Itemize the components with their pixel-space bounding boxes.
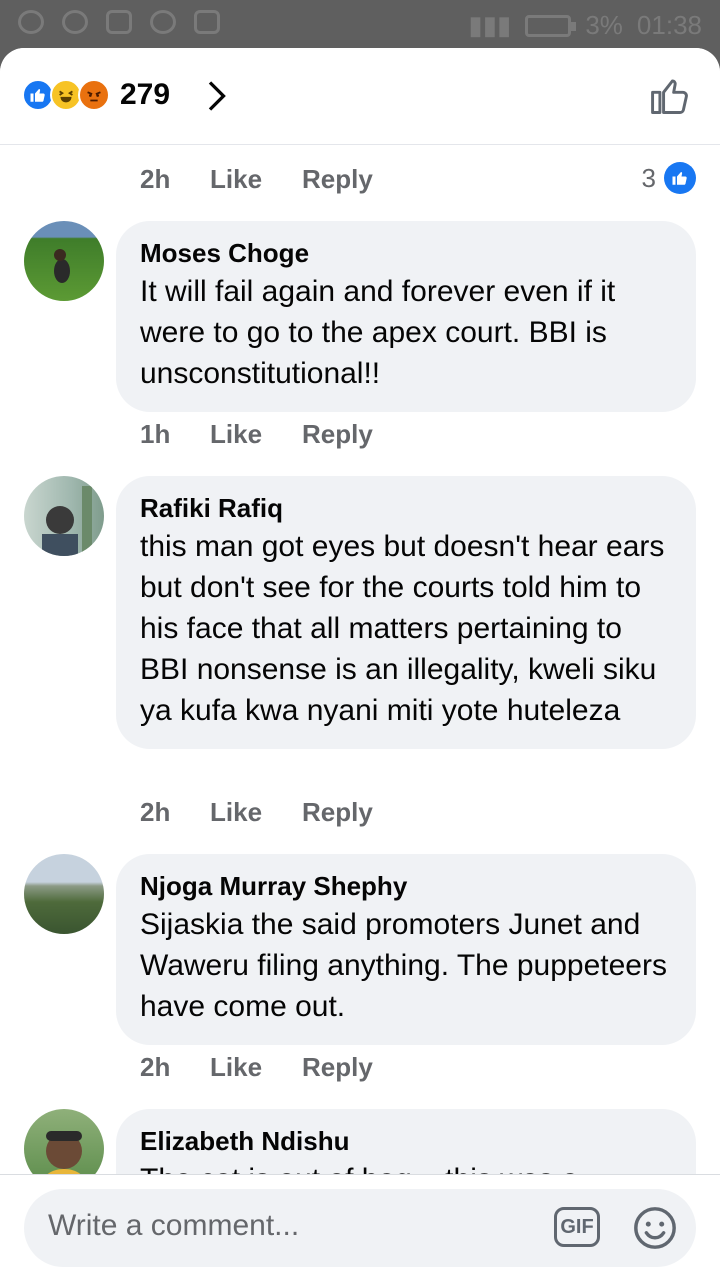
reactions-summary[interactable]: 279 — [22, 78, 170, 112]
comment-time: 1h — [140, 419, 171, 449]
comment-author[interactable]: Moses Choge — [140, 237, 672, 269]
like-link[interactable]: Like — [210, 164, 302, 195]
comment-composer: Write a comment... GIF — [0, 1174, 720, 1280]
comment-actions: 2h Like Reply — [140, 1052, 373, 1083]
comment-actions: 2h Like Reply — [140, 797, 373, 828]
reply-link[interactable]: Reply — [302, 797, 373, 828]
comment-text: Sijaskia the said promoters Junet and Wa… — [140, 908, 667, 1023]
comment-time: 2h — [140, 797, 171, 827]
status-icons-left — [18, 10, 220, 34]
reactions-header: 279 — [0, 48, 720, 145]
avatar[interactable] — [24, 854, 104, 934]
reply-link[interactable]: Reply — [302, 164, 373, 195]
comment-time: 2h — [140, 164, 171, 194]
comment-actions: 2h Like Reply — [140, 164, 373, 195]
gif-button[interactable]: GIF — [554, 1207, 600, 1247]
comments-list: 2h Like Reply 3 Moses Choge It will fail… — [0, 144, 720, 1174]
signal-icon: ▮▮▮ — [468, 10, 512, 40]
sync-icon — [150, 10, 176, 34]
comment-placeholder: Write a comment... — [48, 1209, 300, 1242]
battery-icon — [525, 14, 577, 37]
battery-percent: 3% — [585, 10, 623, 40]
comment-text: The cat is out of bag... this was a — [140, 1159, 672, 1174]
messenger-icon — [62, 10, 88, 34]
like-link[interactable]: Like — [210, 797, 302, 828]
comment-author[interactable]: Njoga Murray Shephy — [140, 870, 672, 902]
mail-icon — [194, 10, 220, 34]
like-count-number: 3 — [641, 162, 656, 193]
comment-actions: 1h Like Reply — [140, 419, 373, 450]
comment-bubble[interactable]: Rafiki Rafiq this man got eyes but doesn… — [116, 476, 696, 749]
chevron-right-icon[interactable] — [198, 78, 234, 114]
status-bar: ▮▮▮ 3% 01:38 — [0, 0, 720, 48]
comment-author[interactable]: Rafiki Rafiq — [140, 492, 672, 524]
clock: 01:38 — [636, 10, 702, 40]
comment-text: It will fail again and forever even if i… — [140, 275, 616, 390]
status-icons-right: ▮▮▮ 3% 01:38 — [468, 10, 702, 41]
avatar[interactable] — [24, 221, 104, 301]
like-link[interactable]: Like — [210, 419, 302, 450]
avatar[interactable] — [24, 1109, 104, 1174]
hotspot-icon — [18, 10, 44, 34]
image-icon — [106, 10, 132, 34]
thumbs-up-button[interactable] — [648, 74, 692, 118]
comment-bubble[interactable]: Elizabeth Ndishu The cat is out of bag..… — [116, 1109, 696, 1174]
emoji-icon[interactable] — [632, 1205, 678, 1251]
avatar[interactable] — [24, 476, 104, 556]
like-link[interactable]: Like — [210, 1052, 302, 1083]
angry-icon — [78, 79, 110, 111]
reaction-count: 279 — [120, 78, 171, 111]
comment-bubble[interactable]: Moses Choge It will fail again and forev… — [116, 221, 696, 412]
comment-text: this man got eyes but doesn't hear ears … — [140, 530, 665, 727]
comment-like-count[interactable]: 3 — [642, 162, 696, 194]
comments-sheet: 279 2h Like Reply 3 Moses Choge It will … — [0, 48, 720, 1280]
comment-time: 2h — [140, 1052, 171, 1082]
comment-bubble[interactable]: Njoga Murray Shephy Sijaskia the said pr… — [116, 854, 696, 1045]
reply-link[interactable]: Reply — [302, 419, 373, 450]
comment-author[interactable]: Elizabeth Ndishu — [140, 1125, 672, 1157]
reply-link[interactable]: Reply — [302, 1052, 373, 1083]
comment-input[interactable]: Write a comment... GIF — [24, 1189, 696, 1267]
like-icon — [664, 162, 696, 194]
